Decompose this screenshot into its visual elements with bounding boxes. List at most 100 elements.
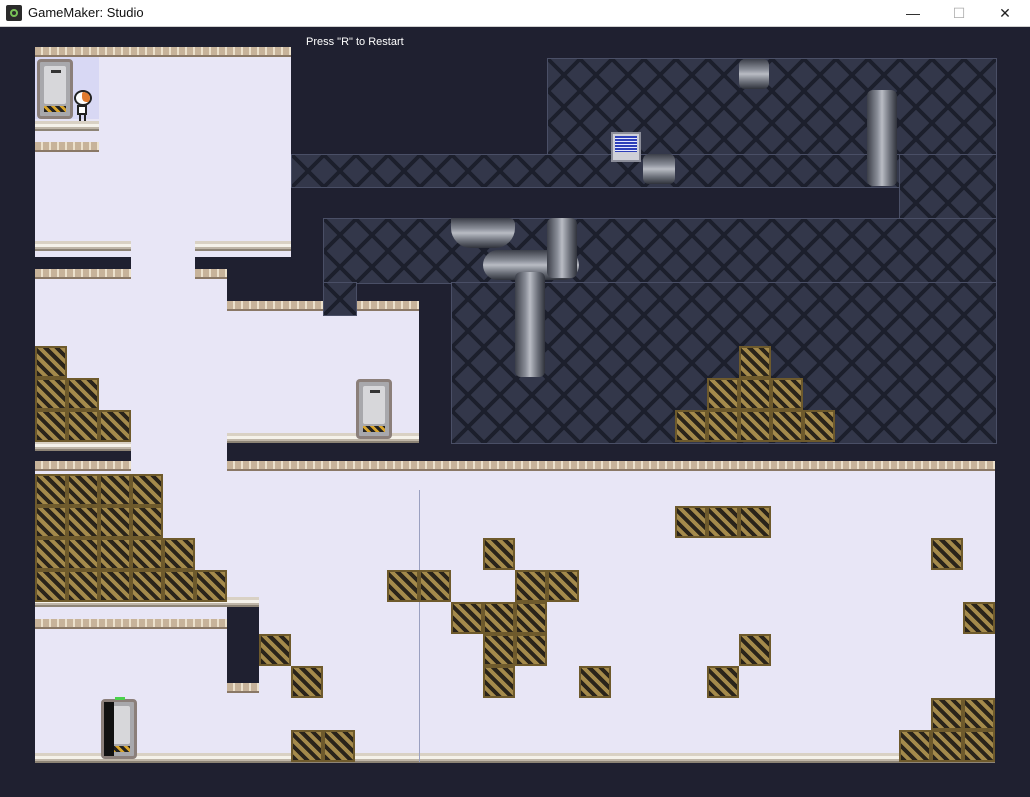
hazard-crate	[67, 378, 99, 410]
hazard-crate	[963, 602, 995, 634]
player-leg	[84, 115, 86, 121]
hazard-crate	[67, 570, 99, 602]
hazard-crate	[131, 474, 163, 506]
hazard-crate	[99, 474, 131, 506]
minimize-button[interactable]: —	[890, 0, 936, 26]
hazard-crate	[739, 378, 771, 410]
terminal-screen	[615, 136, 637, 152]
hazard-crate	[483, 602, 515, 634]
hazard-crate	[451, 602, 483, 634]
gamemaker-logo-icon	[6, 5, 22, 21]
hazard-crate	[387, 570, 419, 602]
hazard-crate	[35, 346, 67, 378]
ground-floor	[35, 753, 995, 763]
hazard-crate	[291, 666, 323, 698]
hazard-crate	[35, 410, 67, 442]
player-leg	[79, 115, 81, 121]
hazard-crate	[803, 410, 835, 442]
window-title: GameMaker: Studio	[28, 5, 144, 20]
minimize-icon: —	[906, 5, 920, 21]
hazard-crate	[67, 506, 99, 538]
pillar	[227, 607, 259, 687]
hazard-crate	[739, 410, 771, 442]
hazard-crate	[163, 538, 195, 570]
pipe	[547, 218, 577, 278]
goal-door[interactable]	[101, 697, 137, 759]
hazard-crate	[259, 634, 291, 666]
ceiling-rail	[227, 301, 323, 311]
door-indicator-light	[115, 697, 125, 700]
close-icon: ✕	[999, 4, 1011, 21]
player-character[interactable]	[70, 90, 92, 121]
hazard-crate	[547, 570, 579, 602]
hazard-crate	[515, 570, 547, 602]
hazard-crate	[163, 570, 195, 602]
hazard-crate	[963, 730, 995, 762]
girder-block	[323, 218, 997, 284]
pipe	[867, 90, 897, 186]
girder-block	[291, 154, 901, 188]
laser-beam	[419, 490, 420, 762]
hazard-crate	[67, 538, 99, 570]
girder-block	[899, 154, 997, 220]
hazard-crate	[67, 474, 99, 506]
hazard-crate	[99, 570, 131, 602]
game-canvas[interactable]: Press "R" to Restart	[0, 27, 1030, 797]
pipe	[451, 218, 515, 248]
hazard-crate	[99, 538, 131, 570]
hazard-crate	[771, 410, 803, 442]
ceiling-rail	[35, 269, 131, 279]
hazard-crate	[515, 634, 547, 666]
hazard-crate	[739, 634, 771, 666]
hazard-crate	[35, 474, 67, 506]
hazard-crate	[195, 570, 227, 602]
room-left-mid	[195, 277, 227, 467]
hazard-crate	[35, 378, 67, 410]
hazard-crate	[291, 730, 323, 762]
hazard-crate	[899, 730, 931, 762]
hazard-crate	[35, 506, 67, 538]
floor-ledge	[195, 241, 291, 251]
door-window	[370, 390, 380, 393]
maximize-icon: ☐	[952, 4, 966, 21]
hazard-crate	[483, 634, 515, 666]
close-button[interactable]: ✕	[982, 0, 1028, 26]
hazard-crate	[67, 410, 99, 442]
ceiling-rail	[35, 461, 131, 471]
ceiling-rail	[35, 619, 227, 629]
shaft	[131, 257, 195, 497]
maximize-button[interactable]: ☐	[936, 0, 982, 26]
door-window	[51, 70, 61, 73]
hazard-crate	[707, 666, 739, 698]
hazard-crate	[675, 410, 707, 442]
hazard-crate	[419, 570, 451, 602]
floor-ledge	[35, 441, 131, 451]
exit-door[interactable]	[37, 59, 73, 119]
ceiling-rail	[35, 142, 99, 152]
player-body	[77, 105, 87, 115]
hazard-crate	[707, 410, 739, 442]
hazard-crate	[739, 346, 771, 378]
hazard-crate	[739, 506, 771, 538]
girder-block	[323, 282, 357, 316]
ceiling-rail	[227, 461, 995, 471]
player-helmet	[74, 90, 92, 106]
hazard-crate	[323, 730, 355, 762]
hazard-crate	[931, 538, 963, 570]
hazard-crate	[99, 410, 131, 442]
hazard-crate	[483, 666, 515, 698]
floor-ledge	[35, 121, 99, 131]
computer-terminal[interactable]	[611, 132, 641, 162]
hazard-crate	[675, 506, 707, 538]
pipe	[515, 272, 545, 377]
hazard-crate	[131, 506, 163, 538]
ceiling-rail	[355, 301, 419, 311]
hazard-crate	[131, 570, 163, 602]
restart-hint: Press "R" to Restart	[306, 36, 404, 48]
floor-ledge	[35, 241, 131, 251]
ceiling-rail	[195, 269, 227, 279]
exit-door[interactable]	[356, 379, 392, 439]
hazard-crate	[35, 538, 67, 570]
hazard-crate	[707, 506, 739, 538]
hazard-crate	[931, 730, 963, 762]
